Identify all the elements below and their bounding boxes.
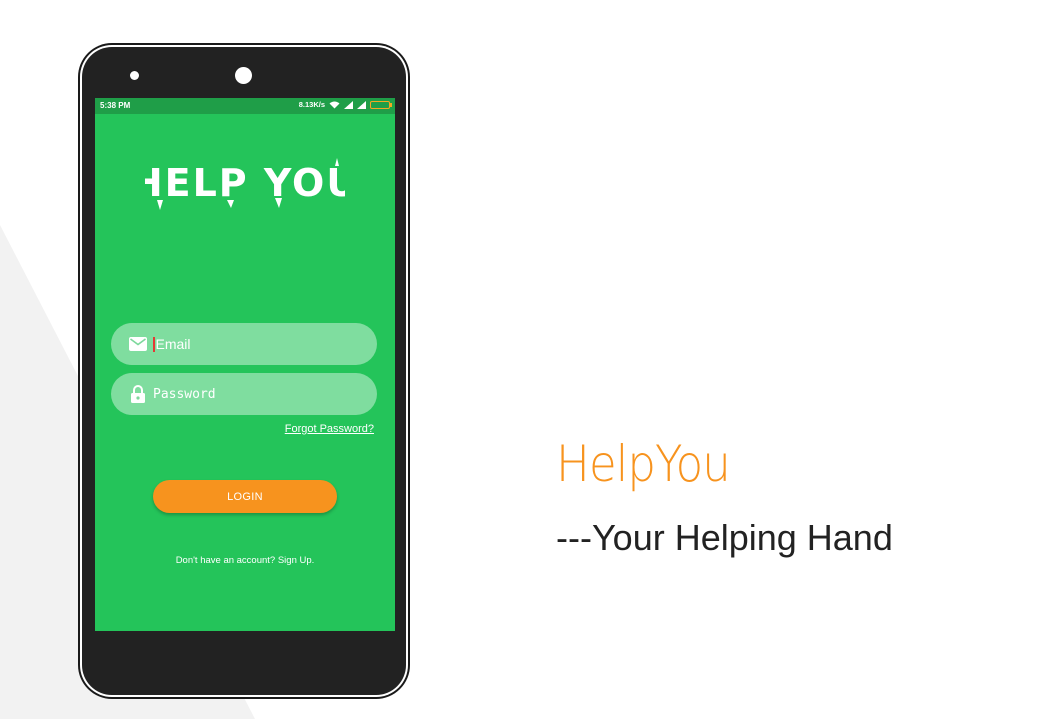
status-icons: 8.13K/s	[298, 100, 392, 109]
status-time: 5:38 PM	[100, 101, 131, 110]
signup-link[interactable]: Don't have an account? Sign Up.	[95, 555, 395, 566]
promo-title: HelpYou	[556, 435, 731, 493]
password-input[interactable]: Password	[153, 387, 216, 402]
login-button[interactable]: LOGIN	[153, 480, 337, 513]
app-screen: 5:38 PM 8.13K/s HELP YOU Email Password …	[95, 98, 395, 631]
signal-icon	[357, 100, 366, 109]
forgot-password-link[interactable]: Forgot Password?	[285, 423, 374, 435]
battery-icon	[370, 100, 392, 109]
email-input[interactable]: Email	[153, 336, 191, 353]
promo-tagline: ---Your Helping Hand	[556, 517, 893, 558]
lock-icon	[127, 385, 149, 403]
logo-text: HELP YOU	[145, 161, 345, 205]
wifi-icon	[329, 101, 340, 108]
phone-mockup: 5:38 PM 8.13K/s HELP YOU Email Password …	[82, 47, 406, 695]
speaker-dot	[130, 71, 139, 80]
text-caret	[153, 337, 155, 353]
app-logo: HELP YOU	[95, 158, 395, 210]
status-bar: 5:38 PM 8.13K/s	[95, 98, 395, 114]
signal-icon	[344, 100, 353, 109]
email-field[interactable]: Email	[111, 323, 377, 365]
password-field[interactable]: Password	[111, 373, 377, 415]
email-placeholder: Email	[155, 335, 191, 352]
network-speed: 8.13K/s	[298, 100, 325, 109]
mail-icon	[127, 337, 149, 351]
camera	[235, 67, 252, 84]
